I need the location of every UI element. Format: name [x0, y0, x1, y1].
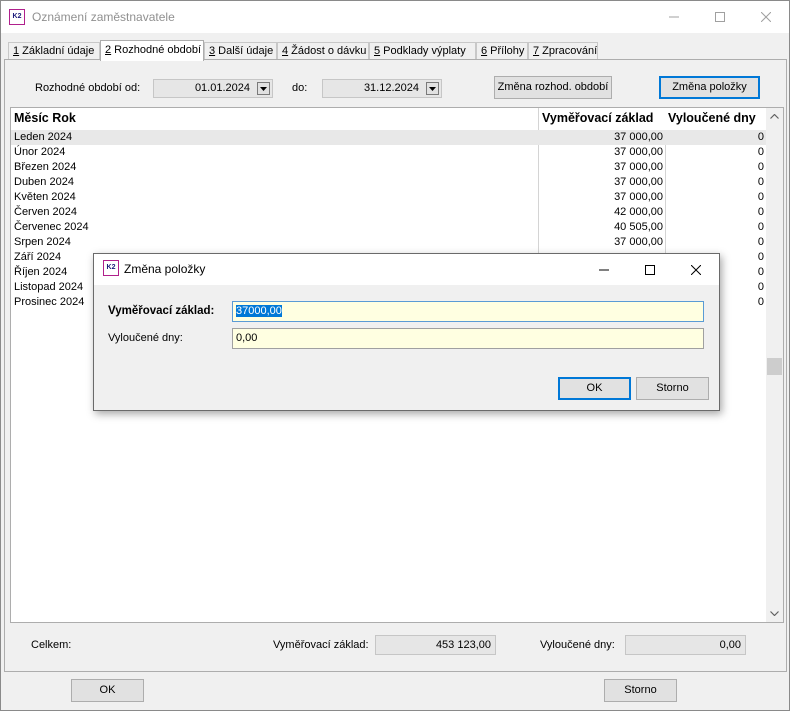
close-button[interactable]	[743, 1, 789, 33]
period-to-label: do:	[292, 82, 308, 94]
dialog-days-label: Vyloučené dny:	[108, 332, 183, 344]
cancel-button[interactable]: Storno	[604, 679, 677, 702]
column-header-base[interactable]: Vyměřovací základ	[542, 111, 653, 125]
period-to-picker[interactable]: 31.12.2024	[322, 79, 442, 98]
title-bar: K2 Oznámení zaměstnavatele	[1, 1, 789, 33]
column-header-days[interactable]: Vyloučené dny	[668, 111, 756, 125]
tab-rozhodne-obdobi[interactable]: 2 Rozhodné období	[100, 40, 204, 61]
dialog-close-button[interactable]	[673, 254, 719, 285]
column-header-month[interactable]: Měsíc Rok	[14, 111, 76, 125]
maximize-button[interactable]	[697, 1, 743, 33]
period-from-value: 01.01.2024	[194, 82, 250, 94]
dialog-cancel-button[interactable]: Storno	[636, 377, 709, 400]
change-item-dialog: K2 Změna položky Vyměřovací základ: 3700…	[93, 253, 720, 411]
table-row[interactable]: Srpen 2024 37 000,00 0	[11, 235, 766, 250]
total-days-field: 0,00	[625, 635, 746, 655]
tab-podklady-vyplaty[interactable]: 5 Podklady výplaty	[369, 42, 476, 59]
grid-header: Měsíc Rok Vyměřovací základ Vyloučené dn…	[11, 108, 766, 130]
close-icon	[761, 12, 771, 22]
scroll-up-icon[interactable]	[766, 108, 783, 125]
ok-button[interactable]: OK	[71, 679, 144, 702]
app-logo-icon: K2	[103, 260, 119, 276]
tab-dalsi-udaje[interactable]: 3 Další údaje	[204, 42, 277, 59]
minimize-icon	[599, 269, 609, 270]
period-to-value: 31.12.2024	[363, 82, 419, 94]
dropdown-arrow-icon[interactable]	[426, 82, 439, 95]
window-title: Oznámení zaměstnavatele	[32, 10, 175, 24]
table-row[interactable]: Červen 2024 42 000,00 0	[11, 205, 766, 220]
table-row[interactable]: Únor 2024 37 000,00 0	[11, 145, 766, 160]
app-logo-icon: K2	[9, 9, 25, 25]
change-item-button[interactable]: Změna položky	[659, 76, 760, 99]
dialog-title: Změna položky	[124, 262, 206, 276]
tab-prilohy[interactable]: 6 Přílohy	[476, 42, 528, 59]
tab-zadost-o-davku[interactable]: 4 Žádost o dávku	[277, 42, 369, 59]
period-from-picker[interactable]: 01.01.2024	[153, 79, 273, 98]
change-period-button[interactable]: Změna rozhod. období	[494, 76, 612, 99]
dialog-base-input[interactable]: 37000,00	[232, 301, 704, 322]
tab-zakladni-udaje[interactable]: 1 Základní údaje	[8, 42, 100, 59]
minimize-button[interactable]	[651, 1, 697, 33]
period-from-label: Rozhodné období od:	[35, 82, 141, 94]
maximize-icon	[715, 12, 725, 22]
dialog-base-label: Vyměřovací základ:	[108, 305, 215, 317]
maximize-icon	[645, 264, 655, 275]
table-row[interactable]: Duben 2024 37 000,00 0	[11, 175, 766, 190]
table-row[interactable]: Květen 2024 37 000,00 0	[11, 190, 766, 205]
scrollbar-thumb[interactable]	[767, 358, 782, 375]
tab-zpracovani[interactable]: 7 Zpracování	[528, 42, 598, 59]
vertical-scrollbar[interactable]	[766, 108, 783, 622]
dialog-minimize-button[interactable]	[581, 254, 627, 285]
total-base-field: 453 123,00	[375, 635, 496, 655]
table-row[interactable]: Březen 2024 37 000,00 0	[11, 160, 766, 175]
total-days-label: Vyloučené dny:	[540, 639, 615, 651]
table-row[interactable]: Červenec 2024 40 505,00 0	[11, 220, 766, 235]
total-label: Celkem:	[31, 639, 72, 651]
close-icon	[691, 264, 701, 275]
dialog-base-value: 37000,00	[236, 305, 282, 317]
dialog-title-bar: K2 Změna položky	[94, 254, 719, 285]
scroll-down-icon[interactable]	[766, 605, 783, 622]
dialog-days-input[interactable]: 0,00	[232, 328, 704, 349]
minimize-icon	[669, 16, 679, 18]
dialog-ok-button[interactable]: OK	[558, 377, 631, 400]
dialog-days-value: 0,00	[236, 332, 258, 344]
table-row[interactable]: Leden 2024 37 000,00 0	[11, 130, 766, 145]
total-base-label: Vyměřovací základ:	[273, 639, 369, 651]
dialog-body: Vyměřovací základ: 37000,00 Vyloučené dn…	[94, 285, 719, 410]
dropdown-arrow-icon[interactable]	[257, 82, 270, 95]
dialog-maximize-button[interactable]	[627, 254, 673, 285]
